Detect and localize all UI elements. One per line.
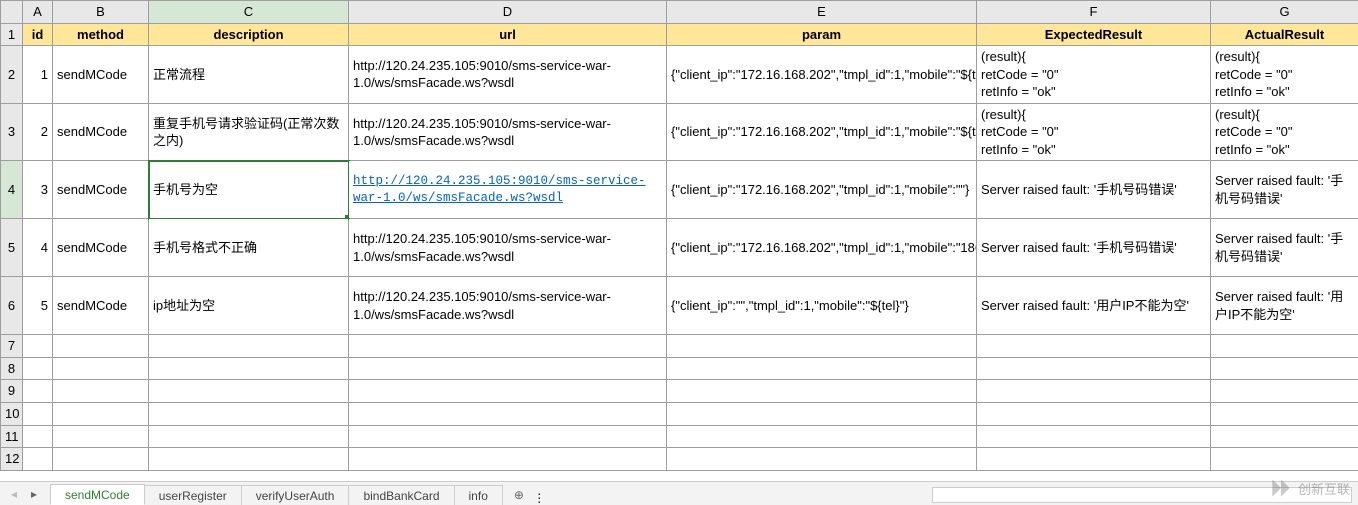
row-header-12[interactable]: 12: [1, 448, 23, 471]
cell-param[interactable]: {"client_ip":"","tmpl_id":1,"mobile":"${…: [667, 277, 977, 335]
cell-url[interactable]: http://120.24.235.105:9010/sms-service-w…: [349, 277, 667, 335]
sheet-tab-sendMCode[interactable]: sendMCode: [50, 484, 145, 505]
sheet-tab-userRegister[interactable]: userRegister: [144, 485, 242, 505]
cell-actual[interactable]: Server raised fault: '手机号码错误': [1211, 219, 1358, 277]
cell-actual[interactable]: (result){ retCode = "0" retInfo = "ok": [1211, 46, 1358, 104]
tab-nav-prev-icon[interactable]: ▸: [25, 485, 43, 503]
empty-row: 8: [1, 357, 1358, 380]
sheet-tab-verifyUserAuth[interactable]: verifyUserAuth: [241, 485, 350, 505]
cell-C1[interactable]: description: [149, 23, 349, 46]
table-row: 2 1 sendMCode 正常流程 http://120.24.235.105…: [1, 46, 1358, 104]
cell-url[interactable]: http://120.24.235.105:9010/sms-service-w…: [349, 103, 667, 161]
row-header-6[interactable]: 6: [1, 277, 23, 335]
sheet-tab-bindBankCard[interactable]: bindBankCard: [348, 485, 454, 505]
table-row: 5 4 sendMCode 手机号格式不正确 http://120.24.235…: [1, 219, 1358, 277]
sheet-tabs: sendMCode userRegister verifyUserAuth bi…: [50, 484, 502, 505]
empty-row: 10: [1, 403, 1358, 426]
col-header-B[interactable]: B: [53, 1, 149, 24]
cell-id[interactable]: 1: [23, 46, 53, 104]
empty-row: 7: [1, 335, 1358, 358]
row-header-1[interactable]: 1: [1, 23, 23, 46]
cell-description[interactable]: 正常流程: [149, 46, 349, 104]
cell-param[interactable]: {"client_ip":"172.16.168.202","tmpl_id":…: [667, 219, 977, 277]
cell-E1[interactable]: param: [667, 23, 977, 46]
sheet-header-row: 1 id method description url param Expect…: [1, 23, 1358, 46]
empty-row: 9: [1, 380, 1358, 403]
tab-nav-first-icon[interactable]: ◂: [5, 485, 23, 503]
cell-url[interactable]: http://120.24.235.105:9010/sms-service-w…: [349, 46, 667, 104]
cell-method[interactable]: sendMCode: [53, 46, 149, 104]
col-header-C[interactable]: C: [149, 1, 349, 24]
empty-row: 11: [1, 425, 1358, 448]
grid-table: A B C D E F G 1 id method description ur…: [0, 0, 1358, 471]
row-header-5[interactable]: 5: [1, 219, 23, 277]
empty-row: 12: [1, 448, 1358, 471]
hyperlink[interactable]: http://120.24.235.105:9010/sms-service-w…: [353, 174, 646, 205]
cell-A1[interactable]: id: [23, 23, 53, 46]
cell-F1[interactable]: ExpectedResult: [977, 23, 1211, 46]
cell-method[interactable]: sendMCode: [53, 161, 149, 219]
cell-id[interactable]: 2: [23, 103, 53, 161]
cell-B1[interactable]: method: [53, 23, 149, 46]
cell-param[interactable]: {"client_ip":"172.16.168.202","tmpl_id":…: [667, 161, 977, 219]
table-row: 4 3 sendMCode 手机号为空 http://120.24.235.10…: [1, 161, 1358, 219]
cell-id[interactable]: 3: [23, 161, 53, 219]
row-header-9[interactable]: 9: [1, 380, 23, 403]
table-row: 6 5 sendMCode ip地址为空 http://120.24.235.1…: [1, 277, 1358, 335]
cell-param[interactable]: {"client_ip":"172.16.168.202","tmpl_id":…: [667, 103, 977, 161]
col-header-A[interactable]: A: [23, 1, 53, 24]
row-header-2[interactable]: 2: [1, 46, 23, 104]
new-sheet-icon[interactable]: ⊕: [508, 485, 530, 505]
cell-expected[interactable]: (result){ retCode = "0" retInfo = "ok": [977, 103, 1211, 161]
row-header-7[interactable]: 7: [1, 335, 23, 358]
cell-description[interactable]: ip地址为空: [149, 277, 349, 335]
horizontal-scrollbar[interactable]: [932, 487, 1352, 503]
cell-method[interactable]: sendMCode: [53, 219, 149, 277]
cell-expected[interactable]: Server raised fault: '手机号码错误': [977, 219, 1211, 277]
cell-G1[interactable]: ActualResult: [1211, 23, 1358, 46]
cell-url[interactable]: http://120.24.235.105:9010/sms-service-w…: [349, 219, 667, 277]
cell-actual[interactable]: (result){ retCode = "0" retInfo = "ok": [1211, 103, 1358, 161]
col-header-G[interactable]: G: [1211, 1, 1358, 24]
cell-actual[interactable]: Server raised fault: '用户IP不能为空': [1211, 277, 1358, 335]
col-header-E[interactable]: E: [667, 1, 977, 24]
row-header-8[interactable]: 8: [1, 357, 23, 380]
cell-expected[interactable]: Server raised fault: '手机号码错误': [977, 161, 1211, 219]
row-header-3[interactable]: 3: [1, 103, 23, 161]
cell-param[interactable]: {"client_ip":"172.16.168.202","tmpl_id":…: [667, 46, 977, 104]
cell-description[interactable]: 手机号格式不正确: [149, 219, 349, 277]
cell-D1[interactable]: url: [349, 23, 667, 46]
spreadsheet-area[interactable]: A B C D E F G 1 id method description ur…: [0, 0, 1358, 481]
select-all-corner[interactable]: [1, 1, 23, 24]
cell-method[interactable]: sendMCode: [53, 277, 149, 335]
cell-method[interactable]: sendMCode: [53, 103, 149, 161]
row-header-4[interactable]: 4: [1, 161, 23, 219]
col-header-D[interactable]: D: [349, 1, 667, 24]
column-header-row: A B C D E F G: [1, 1, 1358, 24]
cell-description-selected[interactable]: 手机号为空: [149, 161, 349, 219]
cell-expected[interactable]: Server raised fault: '用户IP不能为空': [977, 277, 1211, 335]
cell-url-link[interactable]: http://120.24.235.105:9010/sms-service-w…: [349, 161, 667, 219]
cell-description[interactable]: 重复手机号请求验证码(正常次数之内): [149, 103, 349, 161]
col-header-F[interactable]: F: [977, 1, 1211, 24]
sheet-tab-info[interactable]: info: [454, 485, 503, 505]
cell-id[interactable]: 5: [23, 277, 53, 335]
row-header-11[interactable]: 11: [1, 425, 23, 448]
cell-id[interactable]: 4: [23, 219, 53, 277]
table-row: 3 2 sendMCode 重复手机号请求验证码(正常次数之内) http://…: [1, 103, 1358, 161]
cell-expected[interactable]: (result){ retCode = "0" retInfo = "ok": [977, 46, 1211, 104]
sheet-tab-bar: ◂ ▸ sendMCode userRegister verifyUserAut…: [0, 481, 1358, 505]
row-header-10[interactable]: 10: [1, 403, 23, 426]
cell-actual[interactable]: Server raised fault: '手机号码错误': [1211, 161, 1358, 219]
